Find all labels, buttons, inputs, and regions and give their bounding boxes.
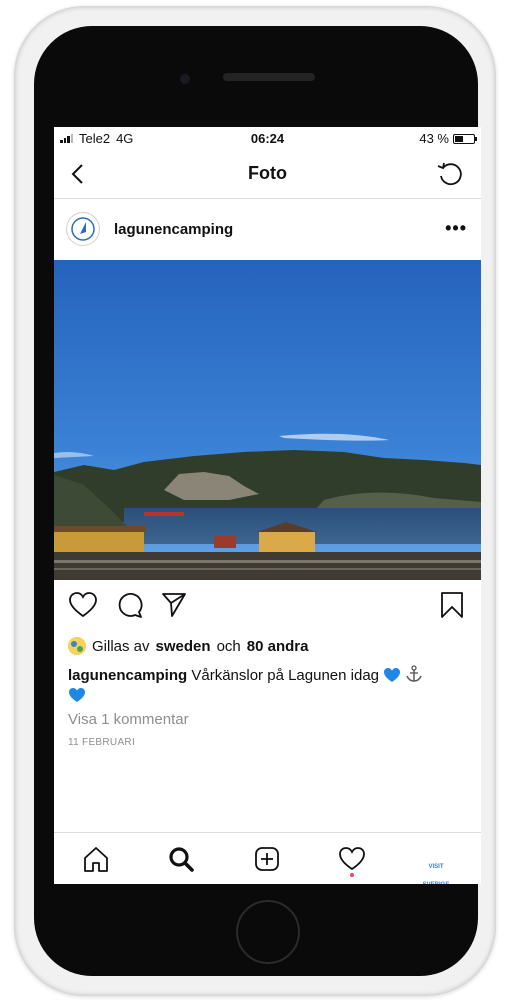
lagunen-logo-icon bbox=[71, 217, 95, 241]
notification-dot bbox=[350, 873, 354, 877]
blue-heart-emoji-icon bbox=[69, 688, 85, 702]
status-time: 06:24 bbox=[250, 131, 285, 146]
page-title: Foto bbox=[248, 163, 287, 183]
post-header: lagunencamping ••• bbox=[54, 199, 481, 259]
home-button[interactable] bbox=[236, 900, 300, 964]
bookmark-icon[interactable] bbox=[440, 591, 464, 619]
comment-icon[interactable] bbox=[115, 591, 143, 619]
caption-username[interactable]: lagunencamping bbox=[68, 667, 187, 684]
profile-avatar[interactable]: VISIT SVERIGE bbox=[421, 845, 451, 884]
activity-heart-icon[interactable] bbox=[338, 845, 366, 873]
caption-text: Vårkänslor på Lagunen idag bbox=[191, 667, 379, 684]
earpiece-speaker bbox=[223, 73, 315, 81]
post-date: 11 FEBRUARI bbox=[68, 737, 136, 748]
likes-line: Gillas av sweden och 80 andra bbox=[68, 637, 308, 655]
status-bar: Tele2 4G 06:24 43 % bbox=[54, 127, 481, 149]
search-icon[interactable] bbox=[167, 845, 195, 873]
post-username[interactable]: lagunencamping bbox=[114, 221, 233, 238]
post-photo[interactable] bbox=[54, 260, 481, 580]
like-heart-icon[interactable] bbox=[68, 591, 98, 619]
likes-conjunction: och bbox=[216, 637, 241, 655]
profile-avatar-label: VISIT SVERIGE bbox=[423, 864, 450, 884]
avatar[interactable] bbox=[66, 212, 100, 246]
screen: Tele2 4G 06:24 43 % Foto lagunencamping … bbox=[54, 127, 481, 884]
share-icon[interactable] bbox=[160, 591, 188, 619]
more-icon[interactable]: ••• bbox=[445, 218, 467, 239]
new-post-icon[interactable] bbox=[253, 845, 281, 873]
tab-bar: VISIT SVERIGE bbox=[54, 832, 481, 884]
likes-others[interactable]: 80 andra bbox=[247, 638, 309, 655]
front-camera bbox=[180, 74, 190, 84]
likes-prefix: Gillas av bbox=[92, 637, 150, 655]
view-comments-link[interactable]: Visa 1 kommentar bbox=[68, 711, 189, 728]
home-icon[interactable] bbox=[82, 845, 110, 873]
nav-bar: Foto bbox=[54, 149, 481, 199]
battery-icon bbox=[453, 133, 477, 144]
post-actions bbox=[54, 583, 481, 629]
anchor-emoji-icon bbox=[406, 665, 423, 682]
blue-heart-emoji-icon bbox=[384, 668, 401, 682]
refresh-icon[interactable] bbox=[435, 159, 465, 189]
liker-avatar[interactable] bbox=[68, 637, 86, 655]
battery-percent: 43 % bbox=[419, 131, 449, 146]
likes-user[interactable]: sweden bbox=[156, 638, 211, 655]
post-caption: lagunencamping Vårkänslor på Lagunen ida… bbox=[68, 665, 468, 706]
